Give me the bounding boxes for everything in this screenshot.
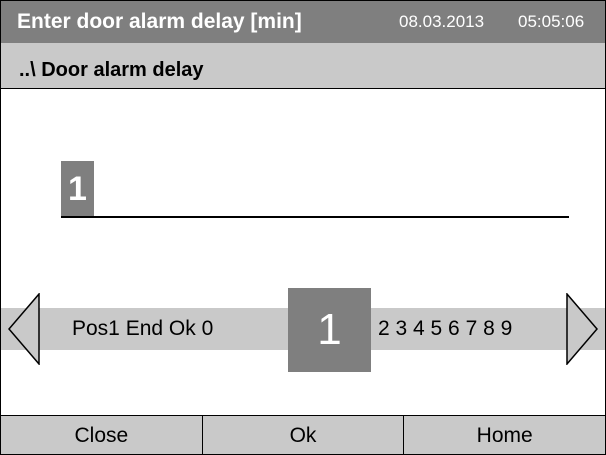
page-title: Enter door alarm delay [min] xyxy=(17,10,302,33)
ok-button[interactable]: Ok xyxy=(202,416,405,454)
date-display: 08.03.2013 xyxy=(399,12,485,31)
scroll-left-button[interactable] xyxy=(7,293,41,365)
title-bar: Enter door alarm delay [min] 08.03.2013 … xyxy=(1,1,605,43)
selector-options-left[interactable]: Pos1 End Ok 0 xyxy=(72,317,213,341)
close-button[interactable]: Close xyxy=(1,416,203,454)
breadcrumb-label: ..\ Door alarm delay xyxy=(19,59,204,81)
triangle-left-icon xyxy=(8,293,40,365)
entry-value[interactable]: 1 xyxy=(61,161,94,217)
time-display: 05:05:06 xyxy=(518,12,585,31)
breadcrumb: ..\ Door alarm delay xyxy=(1,43,605,89)
selected-character[interactable]: 1 xyxy=(288,288,371,372)
controller-screen: Enter door alarm delay [min] 08.03.2013 … xyxy=(0,0,606,455)
selector-options-right[interactable]: 2 3 4 5 6 7 8 9 xyxy=(378,317,512,341)
scroll-right-button[interactable] xyxy=(565,293,599,365)
home-button[interactable]: Home xyxy=(404,416,605,454)
bottom-button-bar: Close Ok Home xyxy=(1,415,605,454)
entry-underline xyxy=(61,216,569,218)
triangle-right-icon xyxy=(566,293,598,365)
